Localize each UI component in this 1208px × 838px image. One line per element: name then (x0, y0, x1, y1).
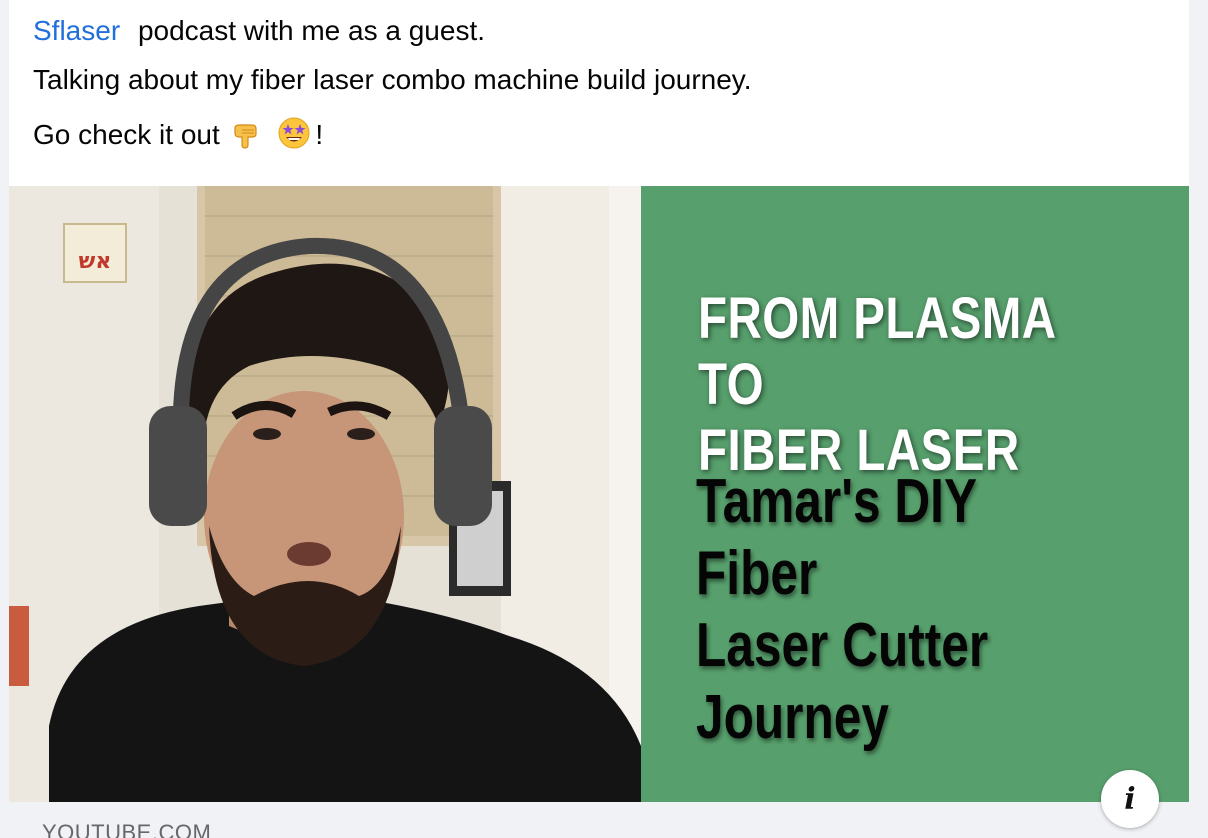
info-icon: i (1124, 781, 1136, 817)
thumbnail-headline-black: Tamar's DIY Fiber Laser Cutter Journey (696, 467, 989, 752)
post-line-1: Sflaser podcast with me as a guest. (33, 12, 1189, 52)
star-struck-icon (277, 113, 311, 168)
guest-photo: אש (9, 186, 641, 802)
post-line-3: Go check it out ! (33, 107, 1189, 168)
thumbnail-headline-white: FROM PLASMA TO FIBER LASER (698, 286, 1055, 483)
link-preview-footer[interactable]: YOUTUBE.COM (9, 802, 1189, 838)
backhand-index-pointing-down-icon (232, 113, 262, 168)
post-text: Sflaser podcast with me as a guest. Talk… (9, 0, 1189, 168)
post-card: Sflaser podcast with me as a guest. Talk… (9, 0, 1189, 838)
sign-text: אש (79, 249, 112, 274)
post-line-3-text: Go check it out (33, 119, 220, 150)
post-line-1-text: podcast with me as a guest. (137, 15, 486, 46)
mention-link[interactable]: Sflaser (33, 15, 120, 46)
title-panel: FROM PLASMA TO FIBER LASER Tamar's DIY F… (641, 186, 1189, 802)
link-domain: YOUTUBE.COM (42, 820, 212, 838)
info-button[interactable]: i (1101, 770, 1159, 828)
post-line-3-suffix: ! (315, 119, 324, 150)
post-line-2: Talking about my fiber laser combo machi… (33, 64, 752, 95)
video-thumbnail[interactable]: אש FROM PLASMA TO FIBER LASER Tamar's DI… (9, 186, 1189, 802)
